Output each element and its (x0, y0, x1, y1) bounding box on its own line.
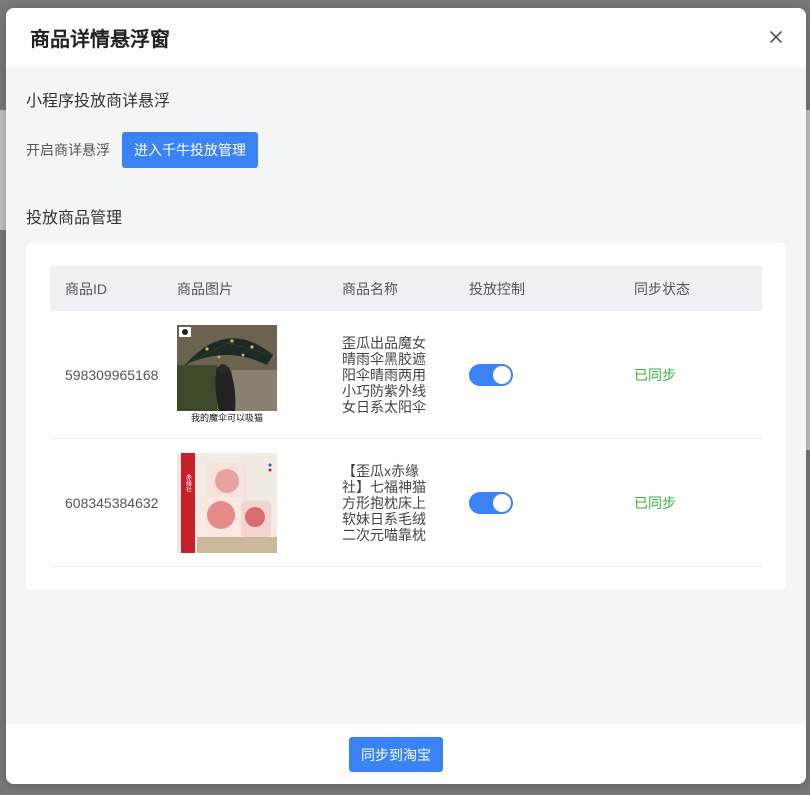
section-title-products: 投放商品管理 (26, 210, 123, 227)
header-product-image: 商品图片 (177, 280, 233, 297)
background-fragment-right (806, 110, 810, 450)
close-button[interactable] (764, 25, 788, 49)
header-product-name: 商品名称 (342, 280, 398, 297)
header-sync-status: 同步状态 (634, 280, 690, 297)
product-detail-modal: 商品详情悬浮窗 小程序投放商详悬浮 开启商详悬浮 进入千牛投放管理 投放商品管理… (6, 8, 806, 784)
header-delivery-control: 投放控制 (469, 280, 525, 297)
product-image-cell: 我的魔伞可以吸猫 (177, 324, 342, 425)
sync-status: 已同步 (634, 494, 676, 511)
product-name: 歪瓜出品魔女晴雨伞黑胶遮阳伞晴雨两用小巧防紫外线女日系太阳伞 (342, 334, 426, 415)
section-title-miniprogram: 小程序投放商详悬浮 (26, 93, 171, 110)
product-table: 商品ID 商品图片 商品名称 投放控制 同步状态 598309965168 我的… (50, 266, 762, 567)
table-row: 608345384632 赤缘社 【歪瓜x赤缘社】七福神猫方形抱枕床上软妹日系毛… (50, 439, 762, 567)
product-image-umbrella[interactable]: 我的魔伞可以吸猫 (177, 324, 277, 425)
header-product-id: 商品ID (65, 280, 107, 297)
product-id: 598309965168 (65, 366, 159, 383)
product-name: 【歪瓜x赤缘社】七福神猫方形抱枕床上软妹日系毛绒二次元喵靠枕 (342, 462, 426, 543)
product-table-card: 商品ID 商品图片 商品名称 投放控制 同步状态 598309965168 我的… (26, 243, 786, 590)
product-name-cell: 【歪瓜x赤缘社】七福神猫方形抱枕床上软妹日系毛绒二次元喵靠枕 (342, 463, 469, 543)
modal-footer: 同步到淘宝 (6, 724, 806, 784)
close-icon (770, 31, 782, 43)
sync-status: 已同步 (634, 366, 676, 383)
control-cell (469, 491, 634, 514)
table-header: 商品ID 商品图片 商品名称 投放控制 同步状态 (50, 266, 762, 311)
enable-float-label: 开启商详悬浮 (26, 142, 110, 158)
product-id: 608345384632 (65, 494, 159, 511)
modal-header: 商品详情悬浮窗 (6, 8, 806, 67)
table-row: 598309965168 我的魔伞可以吸猫 歪瓜出品魔女晴雨伞黑胶遮阳伞晴雨两用… (50, 311, 762, 439)
product-image-cell: 赤缘社 (177, 452, 342, 553)
toggle-knob (493, 493, 511, 512)
pillow-image-caption: 赤缘社 (185, 474, 192, 493)
delivery-toggle[interactable] (469, 363, 513, 386)
modal-title: 商品详情悬浮窗 (30, 29, 170, 51)
toggle-knob (493, 365, 511, 384)
umbrella-image-caption: 我的魔伞可以吸猫 (191, 412, 263, 424)
enter-qianniu-button[interactable]: 进入千牛投放管理 (122, 132, 258, 168)
control-cell (469, 363, 634, 386)
product-image-pillow[interactable]: 赤缘社 (177, 452, 277, 553)
sync-to-taobao-button[interactable]: 同步到淘宝 (349, 737, 443, 772)
product-name-cell: 歪瓜出品魔女晴雨伞黑胶遮阳伞晴雨两用小巧防紫外线女日系太阳伞 (342, 335, 469, 415)
delivery-toggle[interactable] (469, 491, 513, 514)
